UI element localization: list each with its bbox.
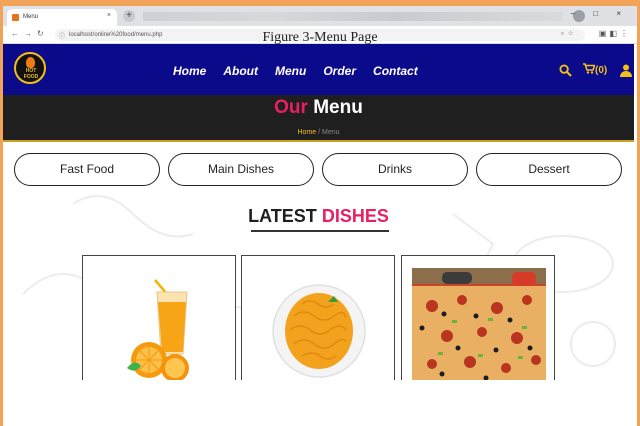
cart-button[interactable]: (0) [583, 63, 607, 76]
nav-about[interactable]: About [223, 64, 258, 78]
page-title: Our Menu [3, 97, 634, 119]
breadcrumb-home[interactable]: Home [297, 129, 316, 136]
section-title-text: LATEST [248, 206, 317, 226]
dish-card[interactable] [241, 255, 395, 380]
noodles-image [272, 284, 366, 378]
category-filter: Fast Food Main Dishes Drinks Dessert [14, 153, 622, 186]
breadcrumb-separator: / [318, 129, 321, 136]
site-logo[interactable]: HOT FOOD [14, 52, 46, 84]
cart-count: (0) [595, 65, 608, 76]
section-title: LATEST DISHES [3, 206, 634, 227]
browser-tab-bar: Menu × + – □ × [3, 6, 637, 26]
search-icon[interactable] [559, 64, 572, 77]
dish-card[interactable] [401, 255, 555, 380]
menu-content: Fast Food Main Dishes Drinks Dessert LAT… [3, 144, 634, 380]
section-title-accent: DISHES [321, 206, 389, 226]
other-tabs [143, 12, 563, 21]
new-tab-button[interactable]: + [123, 10, 135, 22]
nav-menu[interactable]: Menu [275, 64, 306, 78]
page-title-accent: Our [274, 97, 308, 118]
figure-caption: Figure 3-Menu Page [262, 30, 378, 45]
orange-juice-image [127, 279, 189, 380]
tab-close-icon[interactable]: × [107, 12, 111, 19]
browser-tab[interactable]: Menu × [7, 9, 117, 26]
user-icon[interactable] [620, 64, 632, 77]
section-title-underline [251, 230, 389, 232]
breadcrumb-current: Menu [322, 129, 340, 136]
cart-icon [583, 63, 596, 74]
window-controls[interactable]: – □ × [571, 9, 629, 18]
category-fast-food-button[interactable]: Fast Food [14, 153, 160, 186]
pizza-image [412, 268, 546, 380]
nav-order[interactable]: Order [323, 64, 356, 78]
logo-text: HOT FOOD [23, 68, 39, 80]
nav-home[interactable]: Home [173, 64, 206, 78]
category-dessert-button[interactable]: Dessert [476, 153, 622, 186]
dish-card[interactable] [82, 255, 236, 380]
main-nav: Home About Menu Order Contact [173, 64, 418, 78]
site-header: HOT FOOD Home About Menu Order Contact (… [3, 44, 634, 95]
category-drinks-button[interactable]: Drinks [322, 153, 468, 186]
category-main-dishes-button[interactable]: Main Dishes [168, 153, 314, 186]
breadcrumb: Home / Menu [3, 129, 634, 136]
page-hero: Our Menu Home / Menu [3, 95, 634, 142]
page-title-text: Menu [313, 97, 363, 118]
favicon-icon [12, 14, 19, 21]
tab-title: Menu [23, 14, 39, 20]
document-area [3, 380, 634, 426]
flame-icon [26, 57, 35, 68]
nav-contact[interactable]: Contact [373, 64, 418, 78]
